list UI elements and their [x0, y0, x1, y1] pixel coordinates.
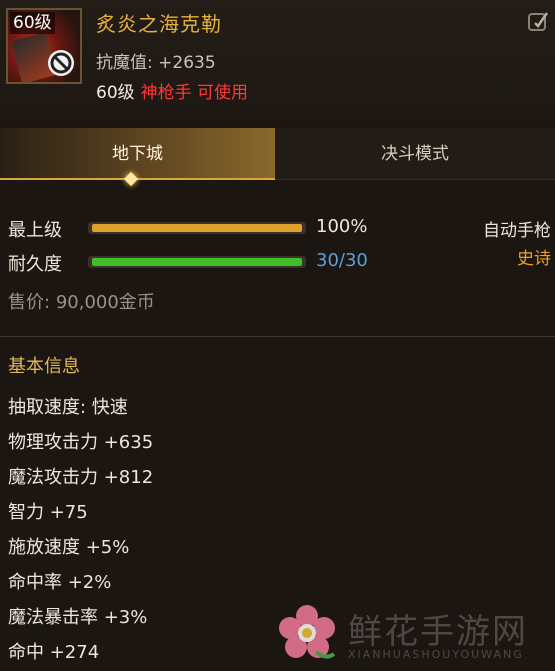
stat-line: 魔法暴击率 +3% — [8, 607, 148, 628]
magic-resist-label: 抗魔值: — [96, 53, 153, 73]
durability-label: 耐久度 — [8, 254, 62, 275]
tab-dungeon[interactable]: 地下城 — [0, 128, 275, 180]
durability-bar-fill — [92, 258, 302, 266]
stat-line: 物理攻击力 +635 — [8, 432, 154, 453]
item-level-badge: 60级 — [10, 12, 55, 34]
sell-price: 售价: 90,000金币 — [8, 288, 155, 314]
stat-line: 魔法攻击力 +812 — [8, 467, 154, 488]
stat-line: 抽取速度: 快速 — [8, 397, 128, 418]
stat-line: 命中 +274 — [8, 642, 100, 663]
durability-value: 30/30 — [316, 250, 368, 271]
stat-line: 施放速度 +5% — [8, 537, 130, 558]
watermark-subtext: XIANHUASHOUYOUWANG — [348, 648, 524, 661]
stat-line: 命中率 +2% — [8, 572, 112, 593]
grade-value: 100% — [316, 216, 368, 237]
weapon-type: 自动手枪 — [483, 221, 551, 241]
sell-price-label: 售价: — [8, 292, 51, 313]
stat-line: 智力 +75 — [8, 502, 88, 523]
basic-info-title: 基本信息 — [8, 356, 80, 377]
item-header: 60级 炙炎之海克勒 抗魔值: +2635 60级 神枪手 可使用 — [0, 0, 555, 118]
item-icon[interactable]: 60级 — [6, 8, 82, 84]
grade-bar-fill — [92, 224, 302, 232]
sell-price-value: 90,000金币 — [55, 292, 155, 313]
section-divider — [0, 336, 555, 337]
item-name: 炙炎之海克勒 — [96, 12, 222, 36]
item-rarity: 史诗 — [517, 249, 551, 269]
grade-label: 最上级 — [8, 220, 62, 241]
mode-tabs: 地下城 决斗模式 — [0, 128, 555, 180]
magic-resist: 抗魔值: +2635 — [96, 48, 216, 73]
magic-resist-value: +2635 — [158, 53, 216, 73]
flower-logo-icon — [279, 605, 336, 659]
required-class: 神枪手 可使用 — [140, 83, 249, 103]
watermark-text: 鲜花手游网 — [348, 612, 528, 652]
requirement: 60级 神枪手 可使用 — [96, 78, 248, 103]
tab-duel-mode[interactable]: 决斗模式 — [275, 128, 555, 180]
prohibited-icon — [48, 50, 74, 76]
required-level: 60级 — [96, 83, 135, 103]
edit-icon[interactable] — [527, 10, 549, 32]
watermark: 鲜花手游网 XIANHUASHOUYOUWANG — [276, 600, 546, 666]
